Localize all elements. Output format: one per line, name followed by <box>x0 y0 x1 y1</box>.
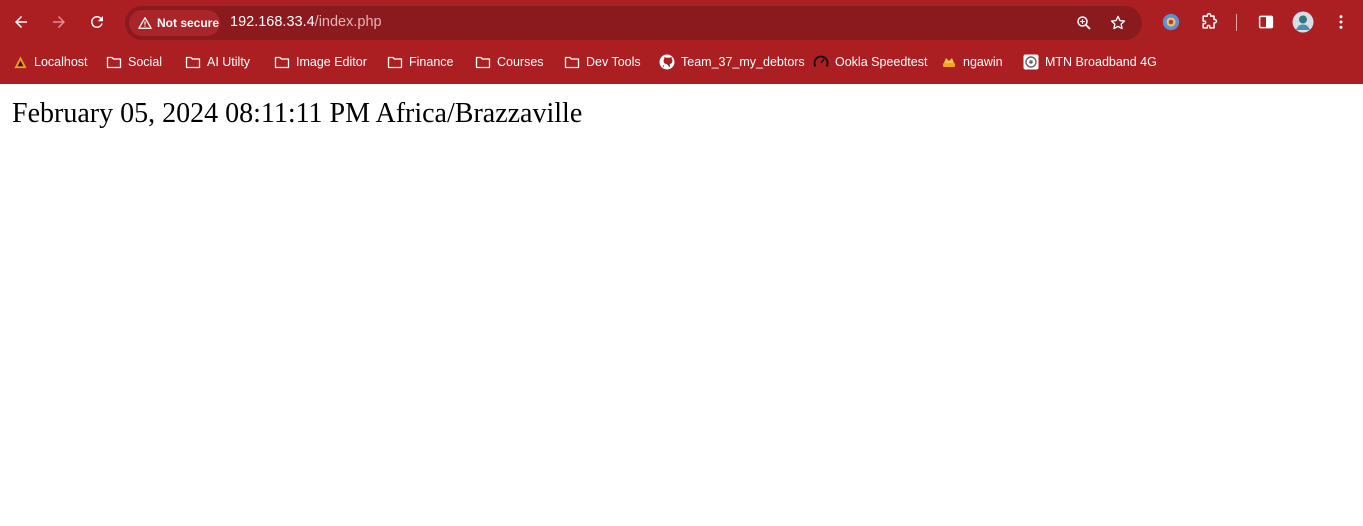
profile-avatar-icon[interactable] <box>1292 11 1314 33</box>
bookmark-label: Team_37_my_debtors <box>681 55 805 69</box>
url-text[interactable]: 192.168.33.4/index.php <box>230 14 382 30</box>
kebab-menu-icon[interactable] <box>1330 11 1352 33</box>
bookmark-label: AI Utilty <box>207 55 251 69</box>
bookmark-label: Finance <box>409 55 454 69</box>
browser-toolbar: Not secure 192.168.33.4/index.php <box>0 0 1363 44</box>
bookmark-mtn-broadband-4g[interactable]: MTN Broadband 4G <box>1023 50 1157 74</box>
folder-icon <box>185 54 201 70</box>
address-bar[interactable]: Not secure 192.168.33.4/index.php <box>125 6 1142 40</box>
zoom-icon[interactable] <box>1074 13 1094 33</box>
toolbar-divider <box>1236 14 1237 31</box>
bookmark-folder-dev-tools[interactable]: Dev Tools <box>564 50 641 74</box>
folder-icon <box>564 54 580 70</box>
bookmark-folder-ai-utilty[interactable]: AI Utilty <box>185 50 250 74</box>
folder-icon <box>387 54 403 70</box>
bookmark-folder-image-editor[interactable]: Image Editor <box>274 50 367 74</box>
router-icon <box>1023 54 1039 70</box>
reload-icon <box>90 15 103 28</box>
xampp-icon <box>12 54 28 70</box>
back-button[interactable] <box>7 8 35 36</box>
bookmark-label: Ookla Speedtest <box>835 55 928 69</box>
arrow-left-icon <box>15 16 27 28</box>
bookmark-label: Social <box>128 55 163 69</box>
bookmarks-bar: Localhost Social AI Utilty Image Editor … <box>0 50 1363 74</box>
bookmark-ookla-speedtest[interactable]: Ookla Speedtest <box>813 50 927 74</box>
page-content: February 05, 2024 08:11:11 PM Africa/Bra… <box>12 98 582 130</box>
warning-triangle-icon <box>138 17 152 29</box>
extensions-puzzle-icon[interactable] <box>1198 11 1220 33</box>
bookmark-team-37-my-debtors[interactable]: Team_37_my_debtors <box>659 50 805 74</box>
folder-icon <box>274 54 290 70</box>
extension-avatar-icon[interactable] <box>1160 11 1182 33</box>
github-icon <box>659 54 675 70</box>
bookmark-label: Image Editor <box>296 55 367 69</box>
bookmark-label: MTN Broadband 4G <box>1045 55 1157 69</box>
bookmark-folder-social[interactable]: Social <box>106 50 162 74</box>
speedtest-icon <box>813 54 829 70</box>
bookmark-localhost[interactable]: Localhost <box>12 50 88 74</box>
bookmark-folder-finance[interactable]: Finance <box>387 50 453 74</box>
bookmark-folder-courses[interactable]: Courses <box>475 50 544 74</box>
folder-icon <box>106 54 122 70</box>
forward-button[interactable] <box>45 8 73 36</box>
url-host: 192.168.33.4 <box>230 14 315 30</box>
bookmark-label: Courses <box>497 55 544 69</box>
bookmark-ngawin[interactable]: ngawin <box>941 50 1003 74</box>
url-path: /index.php <box>314 14 382 30</box>
arrow-right-icon <box>53 16 65 28</box>
star-icon[interactable] <box>1108 13 1128 33</box>
bookmark-label: ngawin <box>963 55 1003 69</box>
bookmark-label: Dev Tools <box>586 55 641 69</box>
ngawin-icon <box>941 54 957 70</box>
bookmark-label: Localhost <box>34 55 88 69</box>
browser-chrome: Not secure 192.168.33.4/index.php Localh… <box>0 0 1363 84</box>
side-panel-icon[interactable] <box>1255 11 1277 33</box>
reload-button[interactable] <box>83 8 111 36</box>
datetime-text: February 05, 2024 08:11:11 PM Africa/Bra… <box>12 98 583 129</box>
security-label: Not secure <box>157 16 220 30</box>
security-chip[interactable]: Not secure <box>129 10 220 36</box>
folder-icon <box>475 54 491 70</box>
